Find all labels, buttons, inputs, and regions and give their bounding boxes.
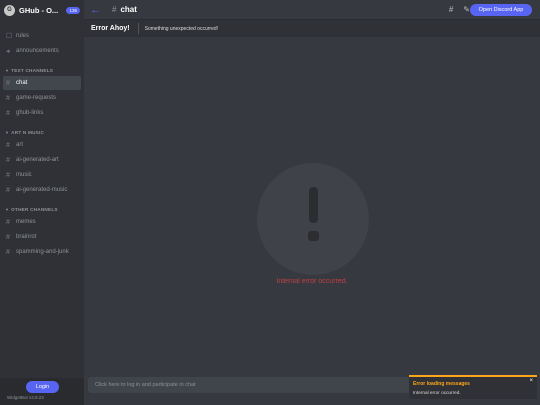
- channel-game-requests[interactable]: # game-requests: [3, 91, 81, 105]
- hash-icon: #: [6, 94, 10, 102]
- error-toast: Error loading messages Internal error oc…: [409, 375, 537, 399]
- top-bar: ← # chat # ✎ Open Discord App: [84, 0, 540, 20]
- server-header[interactable]: G GHub - O... 136: [0, 0, 84, 20]
- hash-icon: #: [6, 233, 10, 241]
- channel-memes[interactable]: # memes: [3, 215, 81, 229]
- category-art-n-music[interactable]: ▼ ART N MUSIC: [0, 129, 84, 135]
- channel-rules[interactable]: ☐ rules: [3, 29, 81, 43]
- channel-label: game-requests: [16, 95, 57, 101]
- channel-chat[interactable]: # chat: [3, 76, 81, 90]
- open-discord-app-button[interactable]: Open Discord App: [470, 4, 532, 16]
- channel-label: rules: [16, 33, 30, 39]
- toast-title: Error loading messages: [413, 381, 470, 387]
- channel-label: memes: [16, 219, 36, 225]
- hash-icon: #: [6, 79, 10, 87]
- server-name: GHub - O...: [19, 5, 59, 15]
- channel-label: art: [16, 142, 24, 148]
- hash-icon: #: [6, 141, 10, 149]
- pin-icon[interactable]: ✎: [463, 5, 470, 14]
- channel-label: ai-generated-art: [16, 157, 59, 163]
- toast-body: Internal error occurred.: [413, 390, 461, 395]
- divider: [137, 23, 139, 34]
- error-subtitle: Something unexpected occurred!: [144, 25, 219, 32]
- internal-error-text: Internal error occurred.: [276, 278, 348, 285]
- hash-icon: #: [6, 109, 10, 117]
- category-label: TEXT CHANNELS: [11, 67, 54, 73]
- channel-label: ai-generated-music: [16, 187, 68, 193]
- channel-ai-generated-art[interactable]: # ai-generated-art: [3, 153, 81, 167]
- version-label: WidgetBot v3.9.23: [7, 395, 44, 400]
- error-banner: Error Ahoy! Something unexpected occurre…: [84, 20, 540, 37]
- megaphone-icon: ◂: [6, 48, 10, 55]
- category-text-channels[interactable]: ▼ TEXT CHANNELS: [0, 67, 84, 73]
- exclamation-bar: [309, 187, 318, 223]
- channel-announcements[interactable]: ◂ announcements: [3, 44, 81, 58]
- channel-label: chat: [16, 80, 28, 86]
- back-arrow-icon[interactable]: ←: [90, 4, 102, 16]
- channel-label: music: [16, 172, 32, 178]
- channel-spamming-and-junk[interactable]: # spamming-and-junk: [3, 245, 81, 259]
- category-label: ART N MUSIC: [11, 129, 45, 135]
- channel-label: ghub-links: [16, 110, 44, 116]
- top-icons: # ✎: [449, 5, 470, 14]
- channel-ghub-links[interactable]: # ghub-links: [3, 106, 81, 120]
- channel-label: announcements: [16, 48, 59, 54]
- category-other-channels[interactable]: ▼ OTHER CHANNELS: [0, 206, 84, 212]
- message-input[interactable]: Click here to log in and participate in …: [88, 377, 420, 393]
- channel-music[interactable]: # music: [3, 168, 81, 182]
- hash-icon: #: [6, 248, 10, 256]
- sidebar: G GHub - O... 136 ☐ rules ◂ announcement…: [0, 0, 84, 405]
- hash-icon: #: [6, 171, 10, 179]
- server-icon: G: [4, 4, 15, 16]
- message-area: Internal error occurred.: [84, 37, 540, 377]
- error-exclamation-icon: [257, 163, 369, 275]
- sidebar-footer: Login WidgetBot v3.9.23: [0, 378, 84, 405]
- chevron-down-icon: ▼: [5, 206, 10, 212]
- category-label: OTHER CHANNELS: [11, 206, 58, 212]
- hash-icon: #: [6, 186, 10, 194]
- hash-icon: #: [112, 5, 117, 14]
- channel-label: spamming-and-junk: [16, 249, 69, 255]
- channel-ai-generated-music[interactable]: # ai-generated-music: [3, 183, 81, 197]
- threads-icon[interactable]: #: [449, 5, 453, 14]
- member-badge: 136: [66, 6, 80, 14]
- hash-icon: #: [6, 156, 10, 164]
- chevron-down-icon: ▼: [5, 67, 10, 73]
- channel-label: brainrot: [16, 234, 37, 240]
- hash-icon: #: [6, 218, 10, 226]
- channel-list: ☐ rules ◂ announcements ▼ TEXT CHANNELS …: [0, 20, 84, 259]
- channel-art[interactable]: # art: [3, 138, 81, 152]
- channel-brainrot[interactable]: # brainrot: [3, 230, 81, 244]
- channel-title: chat: [120, 5, 137, 14]
- error-title: Error Ahoy!: [91, 25, 130, 32]
- login-button[interactable]: Login: [26, 381, 59, 393]
- exclamation-dot: [308, 231, 319, 241]
- close-icon[interactable]: ×: [529, 378, 533, 384]
- rules-icon: ☐: [6, 33, 13, 40]
- chevron-down-icon: ▼: [5, 129, 10, 135]
